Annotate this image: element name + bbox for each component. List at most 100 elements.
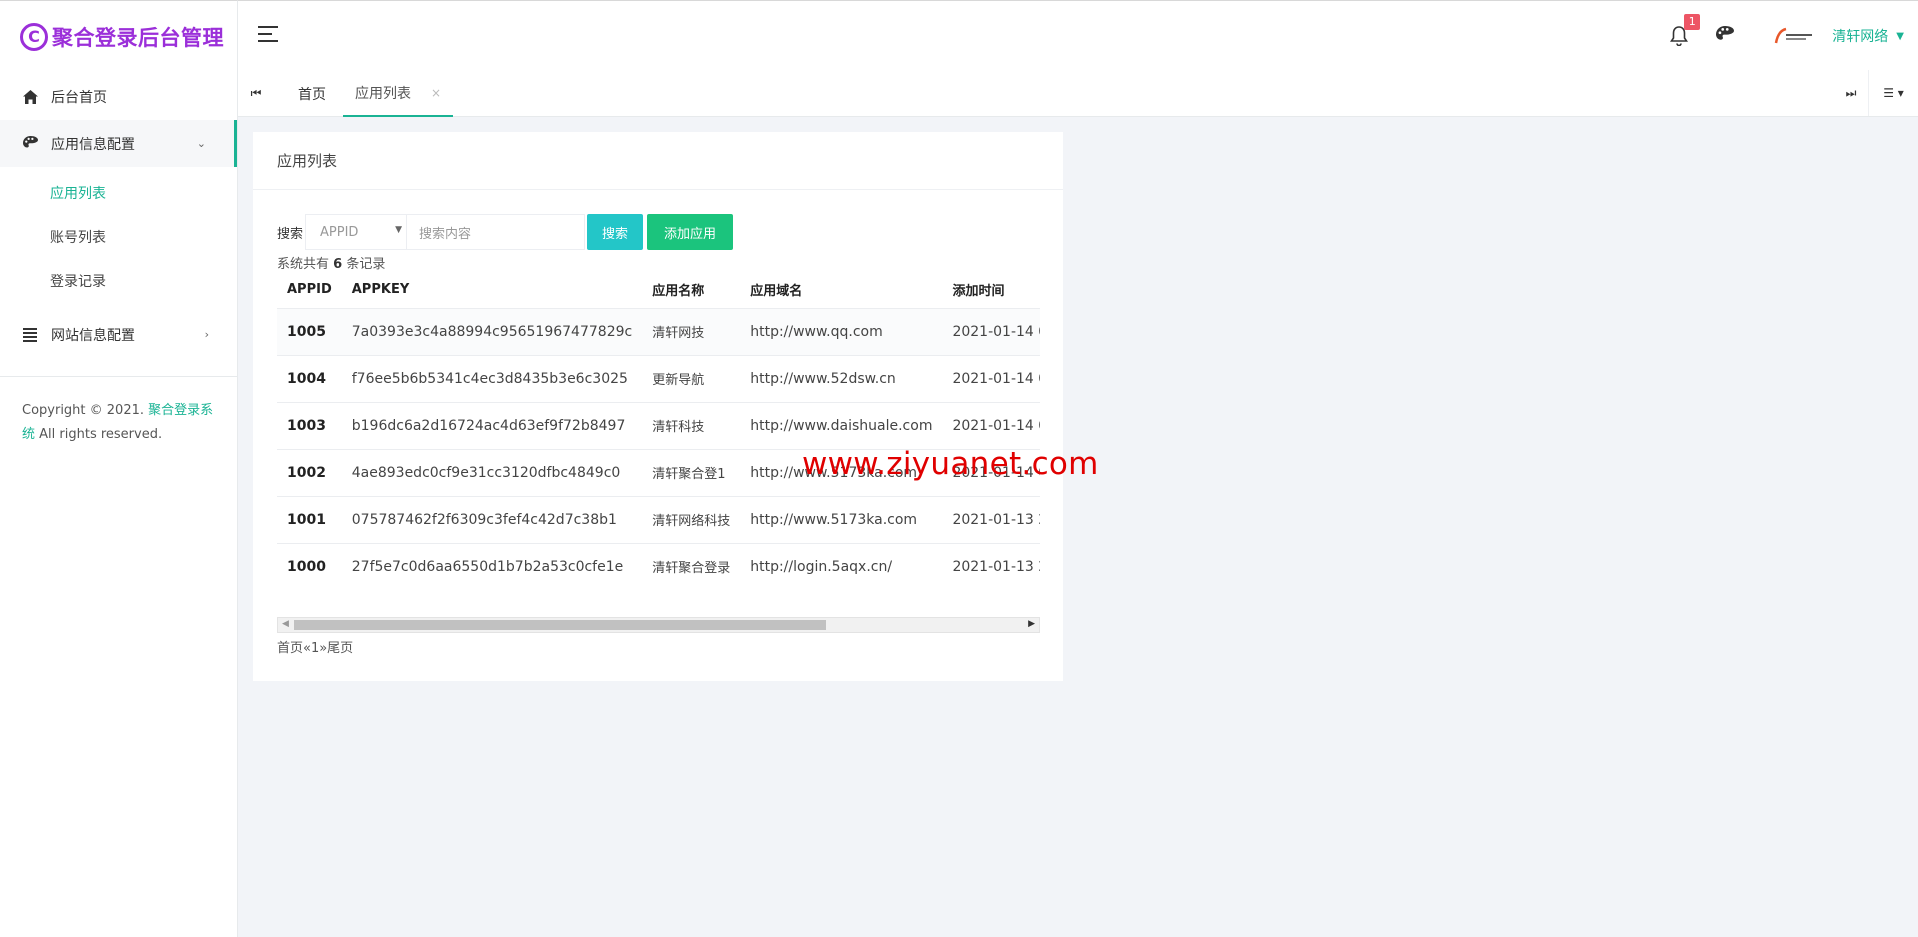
palette-icon [22,136,38,152]
cell-app-name: 清轩网络科技 [642,495,741,543]
column-header: 应用名称 [652,284,705,300]
cell-domain: http://login.5aqx.cn/ [740,542,943,590]
tab-home[interactable]: 首页 [298,70,326,117]
cell-added-time: 2021-01-14 01:5 [942,354,1040,402]
cell-app-name: 更新导航 [642,354,741,402]
sidebar: C 聚合登录后台管理 后台首页 应用信息配置 ⌄ 应用列表 账号列表 登录记录 … [0,0,238,937]
copyright-prefix: Copyright © 2021. [22,403,149,418]
tab-scroll-left-icon[interactable]: ⏮ [238,70,274,116]
record-count-prefix: 系统共有 [277,257,334,272]
cell-appid: 1002 [277,448,342,496]
tab-scroll-right-icon[interactable]: ⏭ [1836,70,1866,116]
cell-app-name: 清轩聚合登录 [642,542,741,590]
app-list-panel: 应用列表 搜索 APPID ▼ 搜索内容 搜索 添加应用 系统共有 6 条记录 … [253,132,1063,681]
search-button[interactable]: 搜索 [587,214,644,250]
scrollbar-thumb[interactable] [294,620,826,630]
table-row[interactable]: 1000 27f5e7c0d6aa6550d1b7b2a53c0cfe1e 清轩… [277,542,1040,590]
sidebar-item-app-config[interactable]: 应用信息配置 ⌄ [0,120,237,167]
cell-domain: http://www.qq.com [740,307,943,355]
chevron-down-icon: ⌄ [196,137,206,150]
cell-added-time: 2021-01-14 01:4 [942,401,1040,449]
table-row[interactable]: 1001 075787462f2f6309c3fef4c42d7c38b1 清轩… [277,495,1040,543]
theme-palette-icon[interactable] [1716,26,1736,46]
table-header-row: APPID APPKEY 应用名称 应用域名 添加时间 [277,272,1040,308]
app-table-container: APPID APPKEY 应用名称 应用域名 添加时间 1005 7a0393e… [277,272,1040,608]
cell-appkey: 4ae893edc0cf9e31cc3120dfbc4849c0 [341,448,643,496]
cell-app-name: 清轩科技 [642,401,741,449]
sidebar-subitem-login-records[interactable]: 登录记录 [0,259,237,303]
tab-bar: ⏮ 首页 应用列表 × ⏭ ☰ ▾ [238,70,1918,117]
submenu-app-config: 应用列表 账号列表 登录记录 [0,167,237,311]
column-header: 应用域名 [750,284,803,300]
page-title: 应用列表 [253,132,1063,190]
scroll-right-arrow-icon[interactable]: ▶ [1028,619,1035,629]
cell-domain: http://www.5173ka.com [740,495,943,543]
cell-appkey: 27f5e7c0d6aa6550d1b7b2a53c0cfe1e [341,542,643,590]
menu-toggle-icon[interactable] [258,26,278,43]
tab-options-menu-icon[interactable]: ☰ ▾ [1868,70,1918,116]
cell-added-time: 2021-01-13 21:1 [942,495,1040,543]
notification-badge: 1 [1684,14,1701,30]
tab-label: 首页 [298,86,326,103]
notification-bell-icon[interactable]: 1 [1670,14,1701,47]
cell-domain: http://www.52dsw.cn [740,354,943,402]
cell-appid: 1005 [277,307,342,355]
select-value: APPID [320,224,359,240]
watermark-text: www.ziyuanet.com [802,446,1099,482]
cell-appid: 1000 [277,542,342,590]
sidebar-item-label: 网站信息配置 [51,327,135,344]
brand-logo: C [20,23,48,51]
table-row[interactable]: 1003 b196dc6a2d16724ac4d63ef9f72b8497 清轩… [277,401,1040,449]
app-table: APPID APPKEY 应用名称 应用域名 添加时间 1005 7a0393e… [277,272,1040,590]
cell-appkey: f76ee5b6b5341c4ec3d8435b3e6c3025 [341,354,643,402]
select-caret-icon: ▼ [395,225,403,235]
sidebar-item-label: 应用信息配置 [51,136,135,153]
sidebar-item-label: 后台首页 [51,89,107,106]
search-bar: 搜索 APPID ▼ 搜索内容 搜索 添加应用 [277,214,734,250]
sidebar-item-site-config[interactable]: 网站信息配置 › [0,311,237,358]
column-header: APPKEY [351,282,410,298]
sidebar-subitem-app-list[interactable]: 应用列表 [0,171,237,215]
record-count-suffix: 条记录 [342,257,386,272]
tab-label: 应用列表 [355,85,411,102]
brand-title: 聚合登录后台管理 [52,26,224,50]
header-actions: 1 清轩网络 ▼ [1670,1,1904,71]
sidebar-footer: Copyright © 2021. 聚合登录系统 All rights rese… [0,376,237,447]
cell-appid: 1001 [277,495,342,543]
search-label: 搜索 [277,226,304,242]
user-name[interactable]: 清轩网络 [1832,26,1888,46]
table-row[interactable]: 1005 7a0393e3c4a88994c95651967477829c 清轩… [277,307,1040,355]
cell-app-name: 清轩网技 [642,307,741,355]
sidebar-item-dashboard[interactable]: 后台首页 [0,73,237,120]
cell-appid: 1003 [277,401,342,449]
cell-added-time: 2021-01-13 21:1 [942,542,1040,590]
cell-appkey: 7a0393e3c4a88994c95651967477829c [341,307,643,355]
column-header: APPID [287,282,332,298]
cell-appkey: 075787462f2f6309c3fef4c42d7c38b1 [341,495,643,543]
column-header: 添加时间 [952,284,1005,300]
brand[interactable]: C 聚合登录后台管理 [0,1,237,73]
table-row[interactable]: 1004 f76ee5b6b5341c4ec3d8435b3e6c3025 更新… [277,354,1040,402]
sidebar-subitem-account-list[interactable]: 账号列表 [0,215,237,259]
search-input[interactable]: 搜索内容 [407,214,586,250]
cell-added-time: 2021-01-14 01:5 [942,307,1040,355]
search-placeholder: 搜索内容 [419,226,472,242]
copyright-suffix: All rights reserved. [35,427,163,442]
tab-close-icon[interactable]: × [431,86,441,100]
avatar[interactable] [1772,25,1816,47]
home-icon [22,89,38,105]
cell-domain: http://www.daishuale.com [740,401,943,449]
pagination[interactable]: 首页«1»尾页 [277,637,353,656]
cell-appid: 1004 [277,354,342,402]
cell-app-name: 清轩聚合登1 [642,448,741,496]
user-menu-caret-icon[interactable]: ▼ [1896,31,1904,42]
chevron-right-icon: › [204,328,209,341]
tab-app-list[interactable]: 应用列表 × [343,70,454,117]
top-header: 1 清轩网络 ▼ [238,0,1918,70]
search-field-select[interactable]: APPID ▼ [305,214,408,250]
add-app-button[interactable]: 添加应用 [647,214,734,250]
horizontal-scrollbar[interactable]: ◀ ▶ [277,617,1040,633]
scroll-left-arrow-icon[interactable]: ◀ [282,619,289,629]
record-count-value: 6 [333,257,343,272]
cell-appkey: b196dc6a2d16724ac4d63ef9f72b8497 [341,401,643,449]
